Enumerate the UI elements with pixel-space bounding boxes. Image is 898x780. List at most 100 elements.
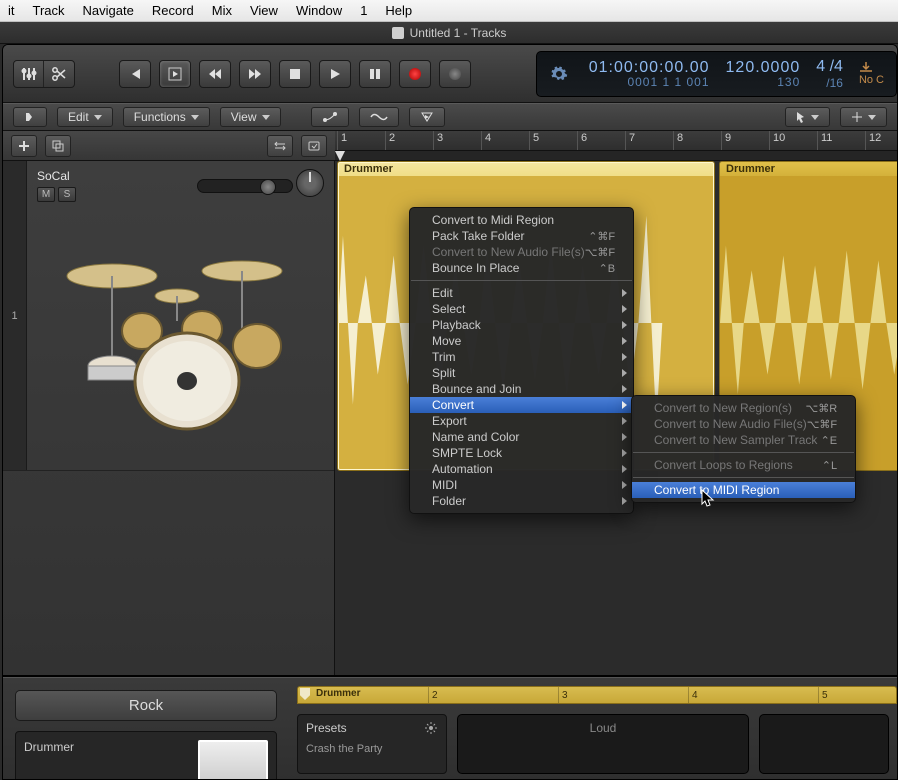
menu-item[interactable]: Help xyxy=(385,3,412,18)
duplicate-track-button[interactable] xyxy=(45,135,71,157)
ctx-folder[interactable]: Folder xyxy=(410,493,633,509)
kit-piece-selector[interactable] xyxy=(759,714,889,774)
arrange-area[interactable]: Drummer Drummer xyxy=(335,161,897,675)
volume-slider[interactable] xyxy=(197,179,293,193)
ctx-export[interactable]: Export xyxy=(410,413,633,429)
lcd-position[interactable]: 01:00:00:00.00 0001 1 1 001 xyxy=(589,52,710,96)
volume-thumb[interactable] xyxy=(260,179,276,195)
go-to-start-button[interactable] xyxy=(119,60,151,88)
lcd-tempo[interactable]: 120.0000 130 xyxy=(726,52,801,96)
region-context-menu: Convert to Midi Region Pack Take Folder⌃… xyxy=(409,207,634,514)
presets-header: Presets xyxy=(306,721,347,735)
playhead-marker[interactable] xyxy=(335,151,345,161)
ctx-convert-to-midi-region[interactable]: Convert to Midi Region xyxy=(410,212,633,228)
ctx-smpte-lock[interactable]: SMPTE Lock xyxy=(410,445,633,461)
macos-menubar: it Track Navigate Record Mix View Window… xyxy=(0,0,898,22)
menu-item[interactable]: Mix xyxy=(212,3,232,18)
gear-icon[interactable] xyxy=(424,721,438,735)
menu-item[interactable]: 1 xyxy=(360,3,367,18)
drummer-editor: Rock Drummer Drummer 2 3 4 5 Presets xyxy=(3,677,897,780)
region-label: Drummer xyxy=(338,162,714,176)
track-headers: 1 SoCal M S xyxy=(3,161,335,675)
ctx-convert-new-regions: Convert to New Region(s)⌥⌘R xyxy=(632,400,855,416)
functions-menu[interactable]: Functions xyxy=(123,107,210,127)
transport-controls xyxy=(119,60,471,88)
ctx-convert-to-midi-region[interactable]: Convert to MIDI Region xyxy=(632,482,855,498)
playhead-flag-icon[interactable] xyxy=(300,688,310,700)
pause-button[interactable] xyxy=(359,60,391,88)
global-tracks-button[interactable] xyxy=(267,135,293,157)
region-label: Drummer xyxy=(720,162,897,176)
main-window: 01:00:00:00.00 0001 1 1 001 120.0000 130… xyxy=(2,44,898,780)
drum-kit-image xyxy=(57,221,317,431)
catch-playhead-icon[interactable] xyxy=(409,107,445,127)
overview-region-label: Drummer xyxy=(316,688,360,699)
preset-item[interactable]: Crash the Party xyxy=(306,741,438,757)
mouse-cursor xyxy=(701,489,715,509)
lcd-time-signature[interactable]: 4 /4 /16 xyxy=(816,52,843,96)
ctx-move[interactable]: Move xyxy=(410,333,633,349)
solo-button[interactable]: S xyxy=(58,187,76,202)
ctx-bounce-in-place[interactable]: Bounce In Place⌃B xyxy=(410,260,633,276)
rewind-button[interactable] xyxy=(199,60,231,88)
ctx-split[interactable]: Split xyxy=(410,365,633,381)
track-number: 1 xyxy=(3,161,27,470)
ctx-convert-new-audio-files: Convert to New Audio File(s)⌥⌘F xyxy=(632,416,855,432)
drummer-character-box[interactable]: Drummer xyxy=(15,731,277,780)
window-title: Untitled 1 - Tracks xyxy=(410,26,507,40)
record-button[interactable] xyxy=(399,60,431,88)
ctx-select[interactable]: Select xyxy=(410,301,633,317)
ctx-pack-take-folder[interactable]: Pack Take Folder⌃⌘F xyxy=(410,228,633,244)
ctx-bounce-and-join[interactable]: Bounce and Join xyxy=(410,381,633,397)
scissors-icon[interactable] xyxy=(44,61,74,87)
forward-button[interactable] xyxy=(239,60,271,88)
xy-performance-pad[interactable]: Loud xyxy=(457,714,749,774)
genre-selector[interactable]: Rock xyxy=(15,690,277,721)
ctx-automation[interactable]: Automation xyxy=(410,461,633,477)
document-icon xyxy=(392,27,404,39)
add-track-button[interactable] xyxy=(11,135,37,157)
control-bar: 01:00:00:00.00 0001 1 1 001 120.0000 130… xyxy=(3,45,897,103)
download-icon xyxy=(859,62,873,72)
ctx-name-and-color[interactable]: Name and Color xyxy=(410,429,633,445)
mixer-controls-icon[interactable] xyxy=(14,61,44,87)
mute-button[interactable]: M xyxy=(37,187,55,202)
ctx-trim[interactable]: Trim xyxy=(410,349,633,365)
menu-item[interactable]: Record xyxy=(152,3,194,18)
track-row[interactable]: 1 SoCal M S xyxy=(3,161,334,471)
play-from-start-button[interactable] xyxy=(159,60,191,88)
menu-item[interactable]: it xyxy=(8,3,15,18)
snap-menu[interactable] xyxy=(840,107,887,127)
menu-item[interactable]: Navigate xyxy=(83,3,134,18)
tracks-area: 1 SoCal M S xyxy=(3,161,897,677)
menu-item[interactable]: View xyxy=(250,3,278,18)
edit-menu[interactable]: Edit xyxy=(57,107,113,127)
pan-knob[interactable] xyxy=(296,169,324,197)
ctx-convert-new-sampler-track: Convert to New Sampler Track⌃E xyxy=(632,432,855,448)
ctx-edit[interactable]: Edit xyxy=(410,285,633,301)
ctx-convert-loops-to-regions: Convert Loops to Regions⌃L xyxy=(632,457,855,473)
lcd-settings-icon[interactable] xyxy=(545,52,573,96)
ctx-separator xyxy=(411,280,632,281)
lcd-extra[interactable]: No C xyxy=(859,52,884,96)
ctx-midi[interactable]: MIDI xyxy=(410,477,633,493)
track-filter-button[interactable] xyxy=(301,135,327,157)
flex-icon[interactable] xyxy=(359,107,399,127)
stop-button[interactable] xyxy=(279,60,311,88)
menu-item[interactable]: Window xyxy=(296,3,342,18)
ctx-separator xyxy=(633,452,854,453)
play-button[interactable] xyxy=(319,60,351,88)
menu-item[interactable]: Track xyxy=(33,3,65,18)
ctx-convert[interactable]: Convert xyxy=(410,397,633,413)
hide-tracks-button[interactable] xyxy=(13,107,47,127)
loop-ruler[interactable] xyxy=(335,151,897,161)
automation-curve-icon[interactable] xyxy=(311,107,349,127)
capture-recording-button[interactable] xyxy=(439,60,471,88)
lcd-display[interactable]: 01:00:00:00.00 0001 1 1 001 120.0000 130… xyxy=(536,51,897,97)
ctx-playback[interactable]: Playback xyxy=(410,317,633,333)
bar-ruler[interactable]: 1 2 3 4 5 6 7 8 9 10 11 12 xyxy=(335,131,897,151)
presets-list[interactable]: Presets Crash the Party xyxy=(297,714,447,774)
pointer-tool-menu[interactable] xyxy=(785,107,830,127)
region-overview-ruler[interactable]: Drummer 2 3 4 5 xyxy=(297,686,897,704)
view-menu[interactable]: View xyxy=(220,107,281,127)
